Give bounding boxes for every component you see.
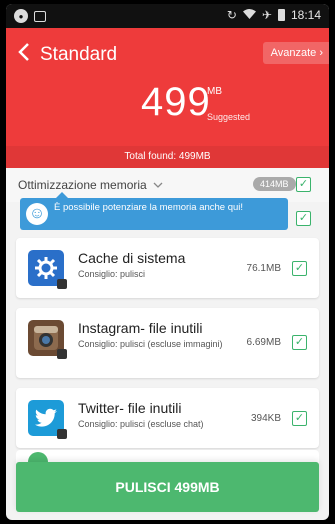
total-found: Total found: 499MB: [6, 146, 329, 168]
settings-gear-icon: [28, 250, 67, 289]
instagram-camera-icon: [28, 320, 67, 359]
item-size: 76.1MB: [246, 263, 281, 274]
junk-size-value: 499: [141, 80, 211, 124]
notification-icon: ●: [14, 9, 28, 23]
chevron-right-icon: ›: [319, 47, 323, 59]
status-bar: ● ↻ ✈ 18:14: [6, 4, 329, 28]
tooltip-text: È possibile potenziare la memoria anche …: [54, 202, 244, 213]
lock-badge-icon: [57, 429, 67, 439]
header: Standard Avanzate › 499 MB Suggested Tot…: [6, 28, 329, 168]
memory-checkbox[interactable]: ✓: [296, 177, 311, 192]
item-checkbox[interactable]: ✓: [292, 261, 307, 276]
sync-icon: ↻: [226, 8, 237, 22]
memory-label-text: Ottimizzazione memoria: [18, 178, 147, 192]
back-arrow-icon[interactable]: [18, 42, 30, 66]
memory-size-badge: 414MB: [253, 177, 296, 191]
list-item-twitter[interactable]: Twitter- file inutili Consiglio: pulisci…: [16, 388, 319, 448]
item-subtitle: Consiglio: pulisci (escluse chat): [78, 419, 204, 429]
lock-badge-icon: [57, 349, 67, 359]
item-subtitle: Consiglio: pulisci (escluse immagini): [78, 339, 223, 349]
hidden-row-checkbox[interactable]: ✓: [296, 211, 311, 226]
memory-tooltip[interactable]: ☺ È possibile potenziare la memoria anch…: [20, 192, 288, 230]
item-size: 6.69MB: [246, 337, 281, 348]
chevron-down-icon[interactable]: [153, 181, 163, 189]
item-checkbox[interactable]: ✓: [292, 335, 307, 350]
lock-badge-icon: [57, 279, 67, 289]
list-item-instagram[interactable]: Instagram- file inutili Consiglio: pulis…: [16, 308, 319, 378]
smiley-icon: ☺: [26, 203, 48, 225]
advanced-button[interactable]: Avanzate ›: [262, 42, 329, 64]
clean-button[interactable]: PULISCI 499MB: [16, 462, 319, 512]
wifi-icon: [242, 8, 256, 22]
list-item-system-cache[interactable]: Cache di sistema Consiglio: pulisci 76.1…: [16, 238, 319, 298]
item-checkbox[interactable]: ✓: [292, 411, 307, 426]
memory-optimization-row[interactable]: Ottimizzazione memoria 414MB ✓: [6, 168, 329, 202]
item-title: Cache di sistema: [78, 250, 186, 266]
battery-icon: [277, 9, 285, 21]
page-title[interactable]: Standard: [40, 44, 117, 66]
suggested-label: Suggested: [207, 112, 251, 122]
screenshot-icon: [34, 10, 46, 22]
phone-screen: ● ↻ ✈ 18:14 Standard Avanzate › 499 MB S…: [6, 4, 329, 520]
item-subtitle: Consiglio: pulisci: [78, 269, 146, 279]
item-size: 394KB: [250, 413, 281, 424]
junk-size-unit: MB: [207, 86, 222, 97]
tooltip-arrow: [56, 192, 68, 198]
advanced-label: Avanzate: [270, 47, 317, 59]
airplane-icon: ✈: [261, 8, 272, 22]
item-title: Instagram- file inutili: [78, 320, 203, 336]
memory-optimization-label: Ottimizzazione memoria: [18, 178, 163, 192]
twitter-bird-icon: [28, 400, 67, 439]
item-title: Twitter- file inutili: [78, 400, 182, 416]
status-time: 18:14: [290, 8, 321, 22]
